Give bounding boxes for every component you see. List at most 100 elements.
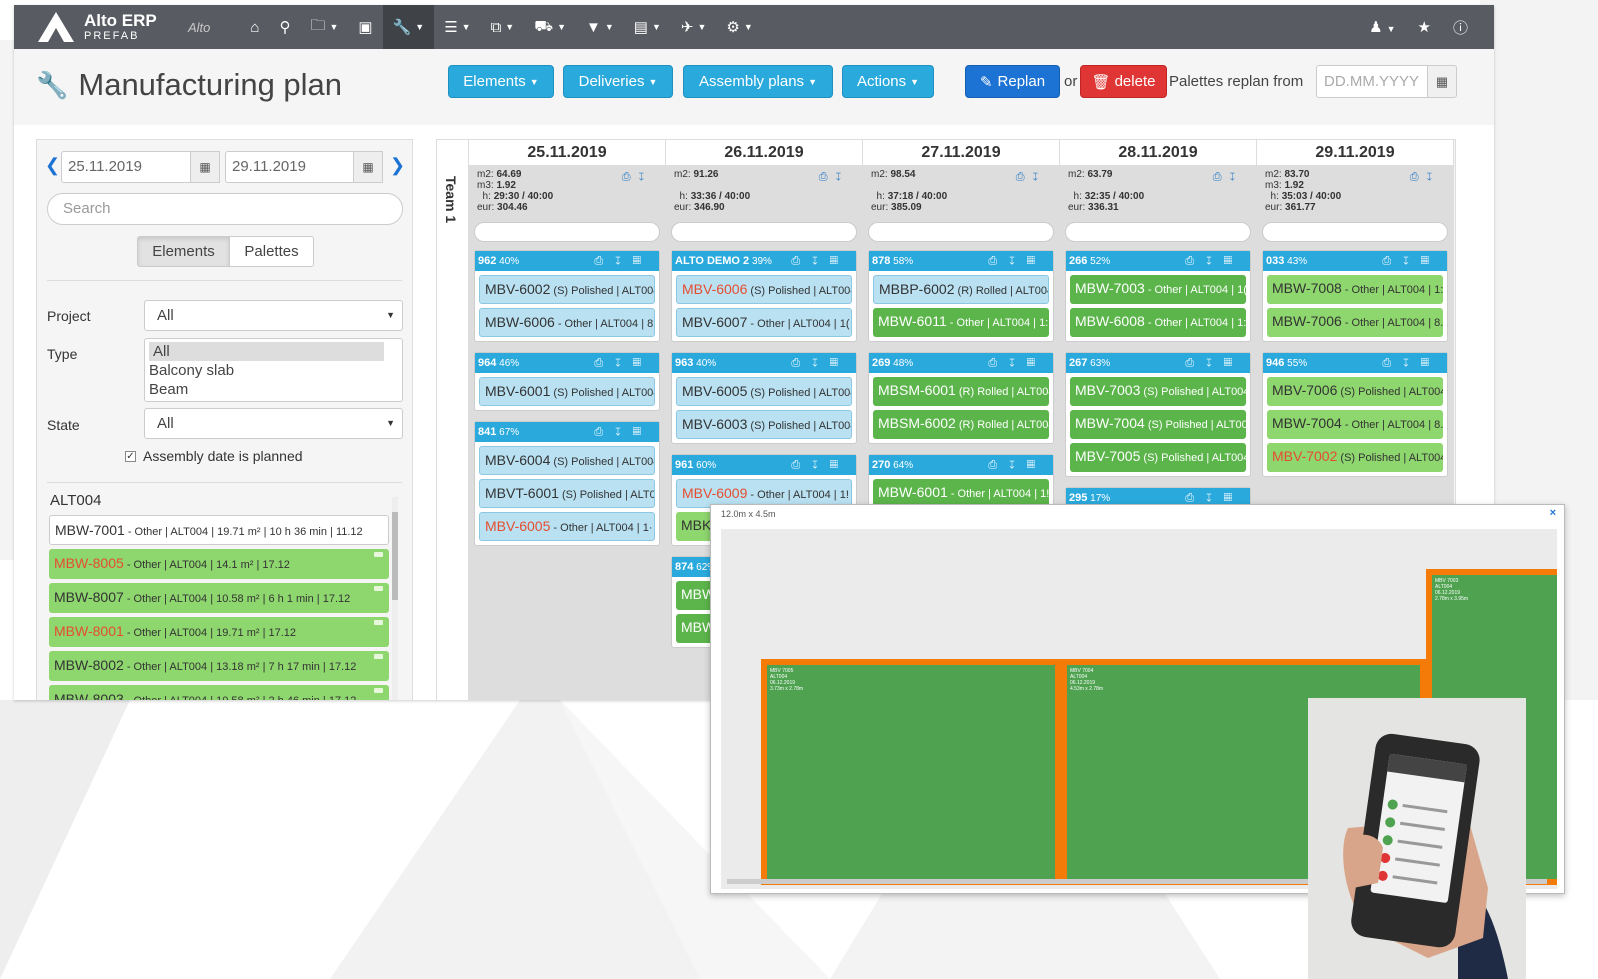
grid-icon[interactable]: ▦ bbox=[1224, 357, 1244, 369]
day-note-input[interactable] bbox=[868, 222, 1054, 242]
print-icon[interactable]: ⎙ bbox=[1213, 171, 1230, 183]
palette-card[interactable]: 963 40% ⎙↧▦ MBV-6005 (S) Polished | ALT00… bbox=[671, 352, 857, 444]
grid-icon[interactable]: ▦ bbox=[1027, 255, 1047, 267]
actions-menu-button[interactable]: Actions ▼ bbox=[842, 65, 934, 98]
print-icon[interactable]: ⎙ bbox=[594, 255, 615, 267]
download-icon[interactable]: ↧ bbox=[1403, 357, 1421, 369]
user-icon[interactable]: ♟ ▼ bbox=[1369, 18, 1395, 36]
palette-element[interactable]: MBW-7004 - Other | ALT004 | 8. bbox=[1267, 410, 1443, 439]
palette-element[interactable]: MBW-7004 (S) Polished | ALT004 bbox=[1070, 410, 1246, 439]
download-icon[interactable]: ↧ bbox=[1009, 459, 1027, 471]
palette-element[interactable]: MBV-6004 (S) Polished | ALT004 bbox=[479, 446, 655, 475]
download-icon[interactable]: ↧ bbox=[1009, 357, 1027, 369]
type-option[interactable]: Beam bbox=[145, 380, 402, 399]
palette-card[interactable]: 962 40% ⎙↧▦ MBV-6002 (S) Polished | ALT00… bbox=[474, 250, 660, 342]
print-icon[interactable]: ⎙ bbox=[791, 459, 812, 471]
palette-card[interactable]: 964 46% ⎙↧▦ MBV-6001 (S) Polished | ALT00… bbox=[474, 352, 660, 411]
palette-card[interactable]: 267 63% ⎙↧▦ MBV-7003 (S) Polished | ALT00… bbox=[1065, 352, 1251, 477]
logo[interactable]: Alto ERP PREFAB bbox=[14, 10, 174, 44]
day-note-input[interactable] bbox=[474, 222, 660, 242]
calendar-icon[interactable]: ▦ bbox=[1427, 65, 1457, 98]
state-select[interactable]: All ▼ bbox=[144, 408, 403, 439]
download-icon[interactable]: ↧ bbox=[639, 171, 653, 183]
element-row[interactable]: MBW-8005 - Other | ALT004 | 14.1 m² | 17… bbox=[49, 549, 389, 579]
download-icon[interactable]: ↧ bbox=[1206, 255, 1224, 267]
palette-element[interactable]: MBW-6008 - Other | ALT004 | 1: bbox=[1070, 308, 1246, 337]
replan-date-input[interactable]: DD.MM.YYYY bbox=[1316, 65, 1428, 98]
palette-element[interactable]: MBV-7006 (S) Polished | ALT004 bbox=[1267, 377, 1443, 406]
element-row[interactable]: MBW-8003 - Other | ALT004 | 10.58 m² | 2… bbox=[49, 685, 389, 700]
palette-card[interactable]: 033 43% ⎙↧▦ MBW-7008 - Other | ALT004 | 1… bbox=[1262, 250, 1448, 342]
print-icon[interactable]: ⎙ bbox=[988, 255, 1009, 267]
chevron-right-icon[interactable]: ❯ bbox=[390, 155, 405, 176]
download-icon[interactable]: ↧ bbox=[812, 357, 830, 369]
print-icon[interactable]: ⎙ bbox=[1410, 171, 1427, 183]
print-icon[interactable]: ⎙ bbox=[819, 171, 836, 183]
slab-mbv-7005[interactable]: MBV 7005 ALT004 06.12.2019 3.73m x 2.78m bbox=[761, 659, 1061, 885]
print-icon[interactable]: ⎙ bbox=[791, 255, 812, 267]
grid-icon[interactable]: ▦ bbox=[1027, 459, 1047, 471]
palette-element[interactable]: MBV-6001 (S) Polished | ALT004 bbox=[479, 377, 655, 406]
grid-icon[interactable]: ▦ bbox=[830, 357, 850, 369]
element-row[interactable]: MBW-7001 - Other | ALT004 | 19.71 m² | 1… bbox=[49, 515, 389, 545]
palette-element[interactable]: MBV-7002 (S) Polished | ALT004 bbox=[1267, 443, 1443, 472]
print-icon[interactable]: ⎙ bbox=[1382, 255, 1403, 267]
print-icon[interactable]: ⎙ bbox=[594, 426, 615, 438]
grid-icon[interactable]: ▦ bbox=[830, 255, 850, 267]
palette-element[interactable]: MBV-7003 (S) Polished | ALT004 bbox=[1070, 377, 1246, 406]
download-icon[interactable]: ↧ bbox=[615, 357, 633, 369]
checkbox[interactable]: ✓ bbox=[125, 450, 136, 462]
download-icon[interactable]: ↧ bbox=[1206, 492, 1224, 504]
file-icon[interactable]: ▤ ▼ bbox=[624, 5, 671, 49]
day-note-input[interactable] bbox=[1065, 222, 1251, 242]
download-icon[interactable]: ↧ bbox=[1009, 255, 1027, 267]
print-icon[interactable]: ⎙ bbox=[1185, 492, 1206, 504]
delete-button[interactable]: 🗑 delete bbox=[1080, 65, 1167, 98]
project-select[interactable]: All ▼ bbox=[144, 300, 403, 331]
tab-elements[interactable]: Elements bbox=[137, 236, 230, 267]
print-icon[interactable]: ⎙ bbox=[1185, 357, 1206, 369]
search-icon[interactable]: ⚲ bbox=[269, 5, 300, 49]
palette-element[interactable]: MBV-6005 - Other | ALT004 | 1· bbox=[479, 512, 655, 541]
palette-element[interactable]: MBV-7005 (S) Polished | ALT004 bbox=[1070, 443, 1246, 472]
day-note-input[interactable] bbox=[1262, 222, 1448, 242]
element-row[interactable]: MBW-8007 - Other | ALT004 | 10.58 m² | 6… bbox=[49, 583, 389, 613]
gear-icon[interactable]: ⚙ ▼ bbox=[716, 5, 762, 49]
search-input[interactable]: Search bbox=[47, 193, 403, 225]
palette-element[interactable]: MBVT-6001 (S) Polished | ALT00· bbox=[479, 479, 655, 508]
replan-button[interactable]: ✎ Replan bbox=[965, 65, 1060, 98]
type-multiselect[interactable]: All Balcony slab Beam bbox=[144, 338, 403, 402]
download-icon[interactable]: ↧ bbox=[812, 459, 830, 471]
download-icon[interactable]: ↧ bbox=[836, 171, 850, 183]
assembly-date-checkbox[interactable]: ✓ Assembly date is planned bbox=[125, 448, 303, 464]
download-icon[interactable]: ↧ bbox=[812, 255, 830, 267]
info-icon[interactable]: ⓘ bbox=[1453, 17, 1468, 38]
palette-element[interactable]: MBSM-6002 (R) Rolled | ALT004 bbox=[873, 410, 1049, 439]
thumbs-down-icon[interactable]: ▼ ▼ bbox=[576, 5, 624, 49]
grid-icon[interactable]: ▦ bbox=[1421, 357, 1441, 369]
palette-card[interactable]: 266 52% ⎙↧▦ MBW-7003 - Other | ALT004 | 1… bbox=[1065, 250, 1251, 342]
grid-icon[interactable]: ▦ bbox=[633, 357, 653, 369]
palette-element[interactable]: MBV-6002 (S) Polished | ALT004 bbox=[479, 275, 655, 304]
palette-element[interactable]: MBW-7008 - Other | ALT004 | 1: bbox=[1267, 275, 1443, 304]
grid-icon[interactable]: ▦ bbox=[1027, 357, 1047, 369]
deliveries-menu-button[interactable]: Deliveries ▼ bbox=[563, 65, 673, 98]
list-icon[interactable]: ☰ ▼ bbox=[434, 5, 480, 49]
plane-icon[interactable]: ✈ ▼ bbox=[671, 5, 717, 49]
home-icon[interactable]: ⌂ bbox=[240, 5, 269, 49]
print-icon[interactable]: ⎙ bbox=[1382, 357, 1403, 369]
grid-icon[interactable]: ▦ bbox=[633, 426, 653, 438]
date-to-input[interactable]: 29.11.2019 bbox=[225, 151, 355, 183]
scrollbar[interactable] bbox=[392, 497, 398, 700]
download-icon[interactable]: ↧ bbox=[615, 426, 633, 438]
palette-element[interactable]: MBV-6007 - Other | ALT004 | 1( bbox=[676, 308, 852, 337]
grid-icon[interactable]: ▦ bbox=[633, 255, 653, 267]
wrench-icon[interactable]: 🔧 ▼ bbox=[382, 5, 435, 49]
print-icon[interactable]: ⎙ bbox=[1185, 255, 1206, 267]
palette-element[interactable]: MBW-7006 - Other | ALT004 | 8. bbox=[1267, 308, 1443, 337]
download-icon[interactable]: ↧ bbox=[1230, 171, 1244, 183]
palette-card[interactable]: 841 67% ⎙↧▦ MBV-6004 (S) Polished | ALT00… bbox=[474, 421, 660, 546]
truck-icon[interactable]: ⛟ ▼ bbox=[524, 5, 576, 49]
palette-element[interactable]: MBSM-6001 (R) Rolled | ALT004 bbox=[873, 377, 1049, 406]
palette-element[interactable]: MBV-6006 (S) Polished | ALT004 bbox=[676, 275, 852, 304]
